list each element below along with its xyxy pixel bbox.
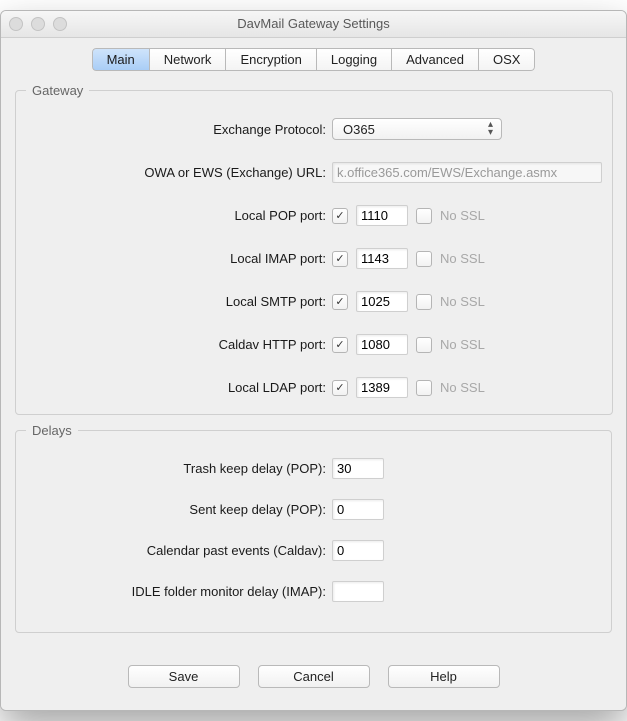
tab-bar: MainNetworkEncryptionLoggingAdvancedOSX (15, 48, 612, 71)
save-button[interactable]: Save (128, 665, 240, 688)
nossl-checkbox[interactable] (416, 251, 432, 267)
nossl-label: No SSL (440, 337, 485, 352)
port-label: Local IMAP port: (26, 251, 332, 266)
port-input[interactable] (356, 377, 408, 398)
nossl-label: No SSL (440, 251, 485, 266)
url-label: OWA or EWS (Exchange) URL: (26, 165, 332, 180)
nossl-checkbox[interactable] (416, 208, 432, 224)
protocol-select-value: O365 (343, 122, 375, 137)
delay-label: Sent keep delay (POP): (26, 502, 332, 517)
nossl-label: No SSL (440, 380, 485, 395)
port-input[interactable] (356, 248, 408, 269)
tab-osx[interactable]: OSX (479, 48, 535, 71)
tab-main[interactable]: Main (92, 48, 150, 71)
port-enable-checkbox[interactable] (332, 294, 348, 310)
delay-label: IDLE folder monitor delay (IMAP): (26, 584, 332, 599)
port-label: Local SMTP port: (26, 294, 332, 309)
gateway-group: Gateway Exchange Protocol: O365 ▴▾ OWA o… (15, 83, 613, 415)
dialog-buttons: Save Cancel Help (1, 647, 626, 710)
settings-window: DavMail Gateway Settings MainNetworkEncr… (0, 10, 627, 711)
nossl-checkbox[interactable] (416, 337, 432, 353)
port-label: Local LDAP port: (26, 380, 332, 395)
port-enable-checkbox[interactable] (332, 251, 348, 267)
delay-input[interactable] (332, 540, 384, 561)
port-input[interactable] (356, 291, 408, 312)
url-input[interactable] (332, 162, 602, 183)
tab-logging[interactable]: Logging (317, 48, 392, 71)
nossl-checkbox[interactable] (416, 380, 432, 396)
protocol-select[interactable]: O365 ▴▾ (332, 118, 502, 140)
delay-label: Trash keep delay (POP): (26, 461, 332, 476)
delay-input[interactable] (332, 458, 384, 479)
content-area: MainNetworkEncryptionLoggingAdvancedOSX … (1, 38, 626, 647)
tab-advanced[interactable]: Advanced (392, 48, 479, 71)
port-input[interactable] (356, 205, 408, 226)
tab-network[interactable]: Network (150, 48, 227, 71)
delay-input[interactable] (332, 499, 384, 520)
help-button[interactable]: Help (388, 665, 500, 688)
delays-group: Delays Trash keep delay (POP): Sent keep … (15, 423, 612, 633)
port-label: Caldav HTTP port: (26, 337, 332, 352)
port-enable-checkbox[interactable] (332, 380, 348, 396)
cancel-button[interactable]: Cancel (258, 665, 370, 688)
protocol-label: Exchange Protocol: (26, 122, 332, 137)
port-label: Local POP port: (26, 208, 332, 223)
window-controls (9, 17, 67, 31)
window-title: DavMail Gateway Settings (237, 16, 389, 31)
port-enable-checkbox[interactable] (332, 337, 348, 353)
nossl-label: No SSL (440, 294, 485, 309)
gateway-legend: Gateway (26, 83, 89, 98)
tab-encryption[interactable]: Encryption (226, 48, 316, 71)
chevron-updown-icon: ▴▾ (488, 121, 493, 137)
titlebar: DavMail Gateway Settings (1, 11, 626, 38)
nossl-checkbox[interactable] (416, 294, 432, 310)
port-enable-checkbox[interactable] (332, 208, 348, 224)
minimize-icon[interactable] (31, 17, 45, 31)
zoom-icon[interactable] (53, 17, 67, 31)
nossl-label: No SSL (440, 208, 485, 223)
delays-legend: Delays (26, 423, 78, 438)
delay-label: Calendar past events (Caldav): (26, 543, 332, 558)
close-icon[interactable] (9, 17, 23, 31)
delay-input[interactable] (332, 581, 384, 602)
port-input[interactable] (356, 334, 408, 355)
